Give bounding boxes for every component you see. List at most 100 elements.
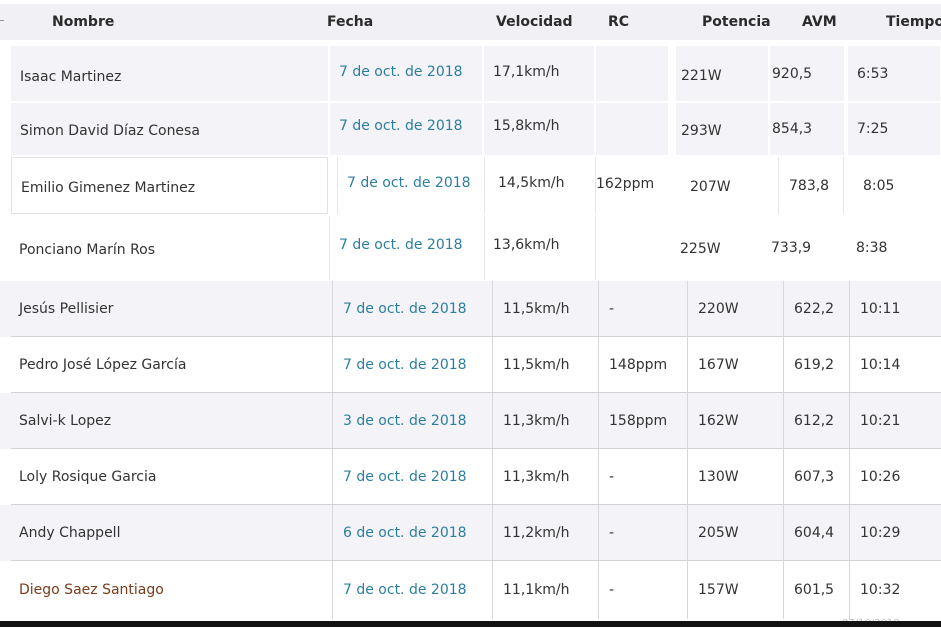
runner-name[interactable]: Jesús Pellisier	[19, 301, 113, 317]
runner-name[interactable]: Simon David Díaz Conesa	[20, 123, 200, 139]
time-value: 10:21	[860, 412, 901, 429]
hr-value: -	[609, 300, 615, 317]
header-speed[interactable]: Velocidad	[496, 14, 573, 30]
row-name-cell: Salvi-k Lopez	[11, 393, 332, 449]
power-value: 225W	[680, 241, 721, 257]
hr-value: 162ppm	[596, 176, 655, 192]
date-link[interactable]: 7 de oct. de 2018	[339, 118, 463, 134]
row-avm-cell: 601,5	[783, 561, 849, 619]
table-row[interactable]: Jesús Pellisier 7 de oct. de 2018 11,5km…	[0, 281, 941, 337]
date-link[interactable]: 6 de oct. de 2018	[343, 525, 467, 541]
speed-value: 14,5km/h	[498, 175, 565, 191]
hr-value: 158ppm	[609, 412, 668, 429]
table-row[interactable]: Simon David Díaz Conesa 7 de oct. de 201…	[0, 103, 941, 155]
table-row[interactable]: Andy Chappell 6 de oct. de 2018 11,2km/h…	[0, 505, 941, 561]
speed-value: 11,5km/h	[503, 300, 570, 317]
header-time[interactable]: Tiempo	[886, 14, 941, 30]
date-link[interactable]: 7 de oct. de 2018	[343, 357, 467, 373]
table-row[interactable]: Isaac Martinez 7 de oct. de 2018 17,1km/…	[0, 46, 941, 101]
header-avm[interactable]: AVM	[802, 14, 837, 30]
date-link[interactable]: 7 de oct. de 2018	[339, 237, 463, 253]
row-date-cell: 7 de oct. de 2018	[329, 216, 482, 280]
table-row[interactable]: Ponciano Marín Ros 7 de oct. de 2018 13,…	[0, 216, 941, 280]
time-value: 6:53	[857, 65, 889, 82]
row-hr-cell: -	[598, 505, 687, 561]
power-value: 205W	[698, 524, 739, 541]
row-avm-cell: 920,5	[770, 46, 844, 101]
row-speed-cell: 11,5km/h	[492, 281, 598, 337]
power-value: 207W	[690, 178, 731, 195]
table-row[interactable]: Salvi-k Lopez 3 de oct. de 2018 11,3km/h…	[0, 393, 941, 449]
header-power[interactable]: Potencia	[702, 14, 771, 30]
row-avm-cell: 783,8	[778, 157, 844, 214]
row-speed-cell: 11,1km/h	[492, 561, 598, 619]
row-avm-cell: 612,2	[783, 393, 849, 449]
runner-name[interactable]: Diego Saez Santiago	[19, 582, 164, 598]
date-link[interactable]: 7 de oct. de 2018	[339, 64, 463, 80]
runner-name[interactable]: Ponciano Marín Ros	[19, 242, 155, 258]
power-value: 167W	[698, 356, 739, 373]
time-value: 8:05	[863, 177, 895, 194]
date-link[interactable]: 7 de oct. de 2018	[343, 301, 467, 317]
power-value: 130W	[698, 468, 739, 485]
row-power-cell: 220W	[687, 281, 783, 337]
row-power-cell: 205W	[687, 505, 783, 561]
row-speed-cell: 11,3km/h	[492, 393, 598, 449]
speed-value: 11,1km/h	[503, 582, 570, 598]
runner-name[interactable]: Isaac Martinez	[20, 69, 121, 85]
avm-value: 783,8	[789, 177, 830, 194]
row-date-cell: 7 de oct. de 2018	[332, 561, 492, 619]
table-row[interactable]: Loly Rosique Garcia 7 de oct. de 2018 11…	[0, 449, 941, 505]
row-date-cell: 7 de oct. de 2018	[332, 281, 492, 337]
row-name-cell: Pedro José López García	[11, 337, 332, 393]
runner-name[interactable]: Emilio Gimenez Martinez	[21, 180, 195, 196]
time-value: 10:29	[860, 524, 901, 541]
table-row[interactable]: Diego Saez Santiago 7 de oct. de 2018 11…	[0, 561, 941, 619]
header-name[interactable]: Nombre	[52, 14, 114, 30]
row-name-cell: Jesús Pellisier	[11, 281, 332, 337]
header-date[interactable]: Fecha	[327, 14, 373, 30]
speed-value: 17,1km/h	[493, 64, 560, 80]
hr-value: 148ppm	[609, 356, 668, 373]
row-hr-cell	[595, 216, 667, 280]
row-speed-cell: 15,8km/h	[484, 103, 594, 155]
speed-value: 11,2km/h	[503, 524, 570, 541]
row-hr-cell: -	[598, 281, 687, 337]
row-name-cell: Isaac Martinez	[11, 46, 328, 101]
row-speed-cell: 11,3km/h	[492, 449, 598, 505]
hr-value: -	[609, 524, 615, 541]
row-date-cell: 7 de oct. de 2018	[332, 337, 492, 393]
row-time-cell: 10:26	[849, 449, 941, 505]
row-time-cell: 8:38	[848, 216, 940, 280]
date-link[interactable]: 3 de oct. de 2018	[343, 413, 467, 429]
row-date-cell: 3 de oct. de 2018	[332, 393, 492, 449]
header-hr[interactable]: RC	[608, 14, 629, 30]
row-hr-cell: 158ppm	[598, 393, 687, 449]
row-avm-cell: 619,2	[783, 337, 849, 393]
table-header: Nombre Fecha Velocidad RC Potencia AVM T…	[0, 0, 941, 46]
row-avm-cell: 733,9	[770, 216, 844, 280]
date-link[interactable]: 7 de oct. de 2018	[343, 469, 467, 485]
row-name-cell: Ponciano Marín Ros	[11, 216, 328, 280]
row-hr-cell: -	[598, 561, 687, 619]
row-power-cell: 221W	[676, 46, 768, 101]
avm-value: 619,2	[794, 356, 835, 373]
time-value: 10:14	[860, 356, 901, 373]
runner-name[interactable]: Salvi-k Lopez	[19, 413, 111, 429]
table-row[interactable]: Emilio Gimenez Martinez 7 de oct. de 201…	[0, 157, 941, 214]
row-time-cell: 8:05	[848, 157, 940, 214]
row-speed-cell: 14,5km/h	[484, 157, 594, 214]
runner-name[interactable]: Pedro José López García	[19, 357, 186, 373]
avm-value: 607,3	[794, 468, 835, 485]
table-row[interactable]: Pedro José López García 7 de oct. de 201…	[0, 337, 941, 393]
time-value: 10:11	[860, 300, 901, 317]
date-link[interactable]: 7 de oct. de 2018	[347, 175, 471, 191]
row-power-cell: 167W	[687, 337, 783, 393]
runner-name[interactable]: Loly Rosique Garcia	[19, 469, 156, 485]
bottom-edge-bar	[0, 621, 941, 627]
runner-name[interactable]: Andy Chappell	[19, 525, 120, 541]
time-value: 10:32	[860, 582, 901, 598]
row-speed-cell: 13,6km/h	[484, 216, 594, 280]
date-link[interactable]: 7 de oct. de 2018	[343, 582, 467, 598]
row-hr-cell: -	[598, 449, 687, 505]
